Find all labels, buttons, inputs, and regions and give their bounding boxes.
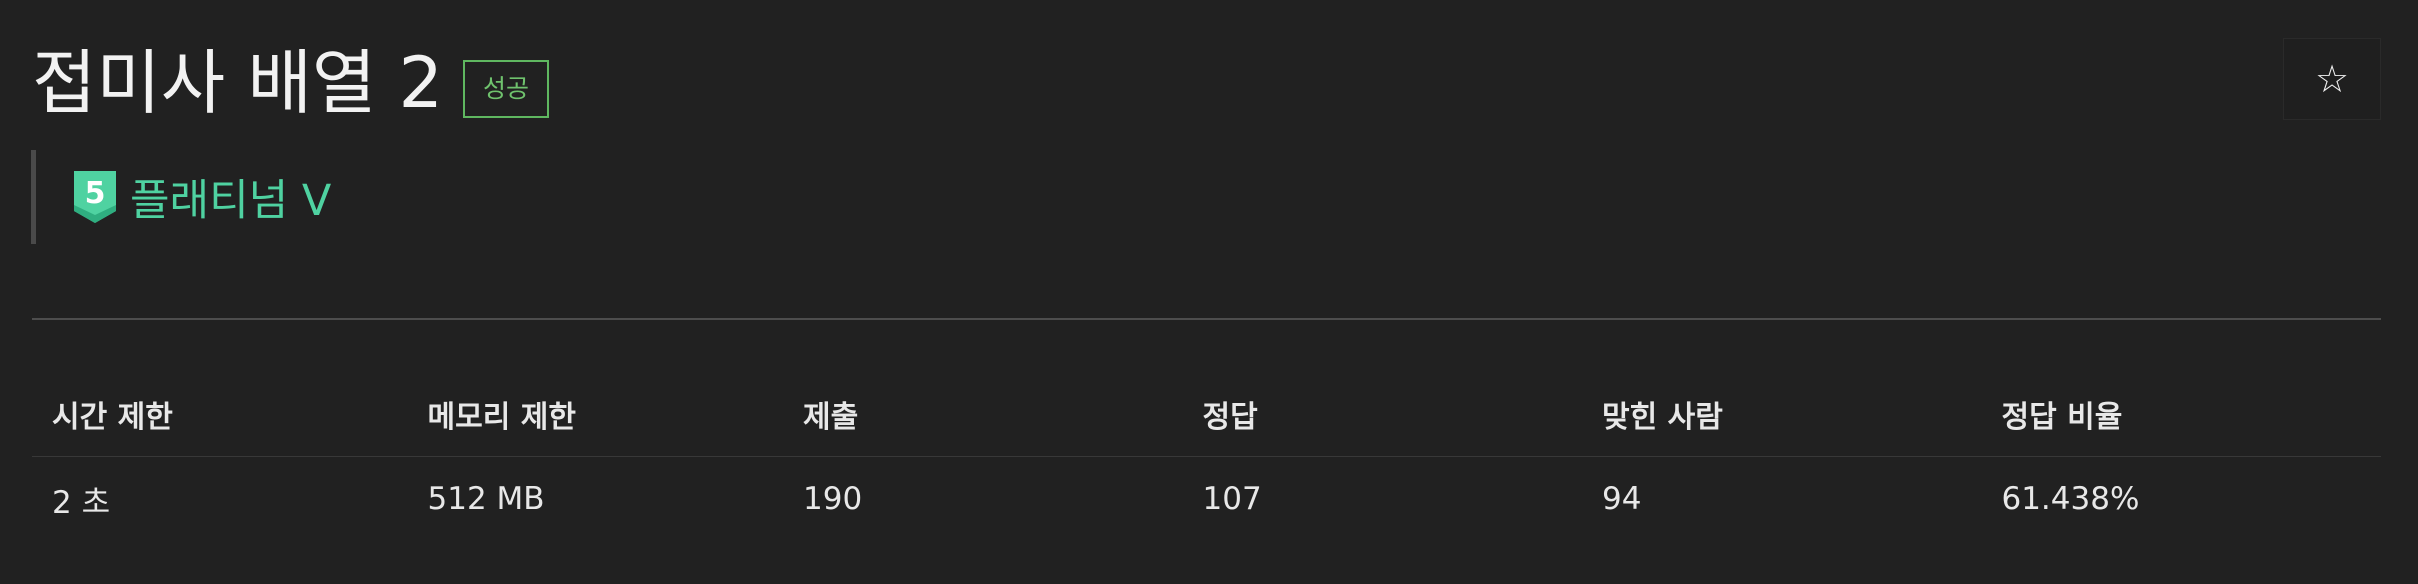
tier-badge-icon: 5	[74, 171, 116, 223]
result-badge: 성공	[463, 60, 550, 118]
tier-block: 5 플래티넘 V	[31, 150, 331, 244]
star-icon: ☆	[2314, 57, 2350, 101]
time-limit-value: 2 초	[52, 484, 111, 521]
table-row: 2 초 512 MB 190 107 94 61.438%	[32, 457, 2381, 541]
header-solved-users: 맞힌 사람	[1602, 400, 1723, 435]
table-header-row: 시간 제한 메모리 제한 제출 정답 맞힌 사람 정답 비율	[32, 372, 2381, 457]
accept-ratio-value: 61.438%	[2001, 481, 2140, 517]
tier-label[interactable]: 플래티넘 V	[130, 166, 331, 228]
problem-title: 접미사 배열 2	[32, 42, 444, 124]
submissions-value[interactable]: 190	[783, 481, 1182, 517]
solved-users-value[interactable]: 94	[1582, 481, 1981, 517]
title-row: 접미사 배열 2 성공	[32, 38, 550, 128]
header-memory-limit: 메모리 제한	[427, 400, 576, 435]
favorite-button[interactable]: ☆	[2283, 38, 2381, 120]
header-accept-ratio: 정답 비율	[2001, 400, 2123, 435]
header-time-limit: 시간 제한	[52, 400, 173, 435]
header-accepted: 정답	[1202, 400, 1258, 435]
problem-info-table: 시간 제한 메모리 제한 제출 정답 맞힌 사람 정답 비율 2 초 512 M…	[32, 372, 2381, 541]
accepted-value[interactable]: 107	[1183, 481, 1582, 517]
tier-level-number: 5	[85, 176, 106, 211]
divider	[32, 318, 2381, 320]
problem-page: 접미사 배열 2 성공 ☆ 5 플래티넘 V 시간 제한 메모리 제한 제출 정…	[0, 0, 2418, 584]
header-submissions: 제출	[803, 400, 859, 435]
memory-limit-value: 512 MB	[427, 481, 545, 517]
